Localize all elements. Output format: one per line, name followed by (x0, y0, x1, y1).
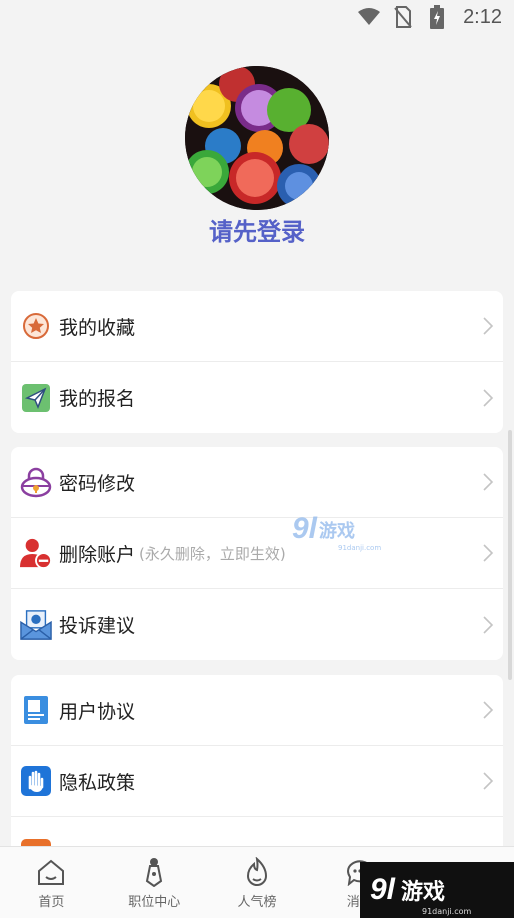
hand-icon (20, 765, 52, 797)
corner-watermark-badge: 9l 游戏 91danji.com (360, 862, 514, 918)
menu-item-user-agreement[interactable]: 用户协议 (11, 675, 503, 746)
paper-plane-icon (20, 382, 52, 414)
chevron-right-icon (483, 388, 494, 407)
delete-account-hint: (永久删除，立即生效) (139, 544, 286, 563)
menu-item-change-password[interactable]: 密码修改 (11, 447, 503, 518)
home-icon (35, 857, 67, 887)
wifi-icon (357, 5, 381, 29)
chevron-right-icon (483, 473, 494, 491)
status-bar: 2:12 (0, 0, 514, 34)
lock-icon (20, 466, 52, 498)
login-prompt[interactable]: 请先登录 (209, 212, 305, 247)
watermark: 9l 游戏 91danji.com (292, 512, 382, 553)
chevron-right-icon (483, 615, 494, 634)
menu-group-favorites: 我的收藏 我的报名 (11, 291, 503, 433)
chevron-right-icon (483, 544, 494, 562)
tab-jobs[interactable]: 职位中心 (103, 847, 206, 918)
menu-group-account: 密码修改 删除账户 (永久删除，立即生效) 投诉建议 (11, 447, 503, 660)
avatar[interactable] (185, 66, 329, 210)
flame-icon (241, 857, 273, 887)
chevron-right-icon (483, 701, 494, 719)
citrus-fruit-image (185, 66, 329, 210)
chevron-right-icon (483, 317, 494, 335)
profile-header: 请先登录 (0, 66, 514, 247)
menu-item-registrations[interactable]: 我的报名 (11, 362, 503, 433)
delete-user-icon (20, 537, 52, 569)
menu-item-feedback[interactable]: 投诉建议 (11, 589, 503, 660)
menu-group-policies: 用户协议 隐私政策 (11, 675, 503, 855)
document-icon (20, 694, 52, 726)
chevron-right-icon (483, 772, 494, 790)
menu-item-favorites[interactable]: 我的收藏 (11, 291, 503, 362)
favorite-star-icon (20, 310, 52, 342)
tie-icon (138, 857, 170, 887)
feedback-mail-icon (20, 609, 52, 641)
menu-item-delete-account[interactable]: 删除账户 (永久删除，立即生效) (11, 518, 503, 589)
menu-item-privacy-policy[interactable]: 隐私政策 (11, 746, 503, 817)
tab-home[interactable]: 首页 (0, 847, 103, 918)
battery-charging-icon (425, 5, 449, 29)
scrollbar[interactable] (508, 430, 512, 680)
no-sim-icon (391, 5, 415, 29)
tab-popular[interactable]: 人气榜 (206, 847, 309, 918)
clock: 2:12 (463, 5, 502, 28)
